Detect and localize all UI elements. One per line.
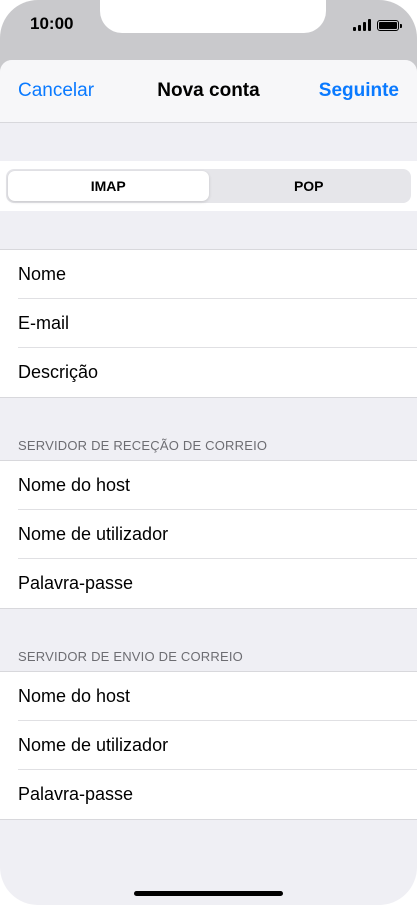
- name-field[interactable]: Nome: [18, 250, 417, 299]
- protocol-segmented-control: IMAP POP: [6, 169, 411, 203]
- signal-icon: [353, 19, 371, 31]
- new-account-sheet: Cancelar Nova conta Seguinte IMAP POP No…: [0, 60, 417, 905]
- outgoing-hostname-field[interactable]: Nome do host: [18, 672, 417, 721]
- description-field[interactable]: Descrição: [18, 348, 417, 397]
- status-time: 10:00: [30, 14, 74, 33]
- account-info-group: Nome E-mail Descrição: [0, 249, 417, 398]
- outgoing-username-field[interactable]: Nome de utilizador: [18, 721, 417, 770]
- segmented-container: IMAP POP: [0, 161, 417, 211]
- email-field[interactable]: E-mail: [18, 299, 417, 348]
- notch: [100, 0, 326, 33]
- incoming-username-field[interactable]: Nome de utilizador: [18, 510, 417, 559]
- segment-pop[interactable]: POP: [209, 171, 410, 201]
- outgoing-password-field[interactable]: Palavra-passe: [18, 770, 417, 819]
- home-indicator[interactable]: [134, 891, 283, 896]
- phone-screen: 10:00 Cancelar Nova conta Seguinte IMAP …: [0, 0, 417, 905]
- segment-imap[interactable]: IMAP: [8, 171, 209, 201]
- battery-icon: [377, 20, 402, 31]
- outgoing-server-group: Nome do host Nome de utilizador Palavra-…: [0, 671, 417, 820]
- incoming-server-group: Nome do host Nome de utilizador Palavra-…: [0, 460, 417, 609]
- incoming-server-header: SERVIDOR DE RECEÇÃO DE CORREIO: [18, 438, 268, 453]
- next-button[interactable]: Seguinte: [319, 80, 399, 102]
- incoming-hostname-field[interactable]: Nome do host: [18, 461, 417, 510]
- outgoing-server-header: SERVIDOR DE ENVIO DE CORREIO: [18, 649, 243, 664]
- incoming-password-field[interactable]: Palavra-passe: [18, 559, 417, 608]
- navigation-bar: Cancelar Nova conta Seguinte: [0, 60, 417, 123]
- status-icons: [353, 17, 402, 31]
- spacer: [0, 123, 417, 161]
